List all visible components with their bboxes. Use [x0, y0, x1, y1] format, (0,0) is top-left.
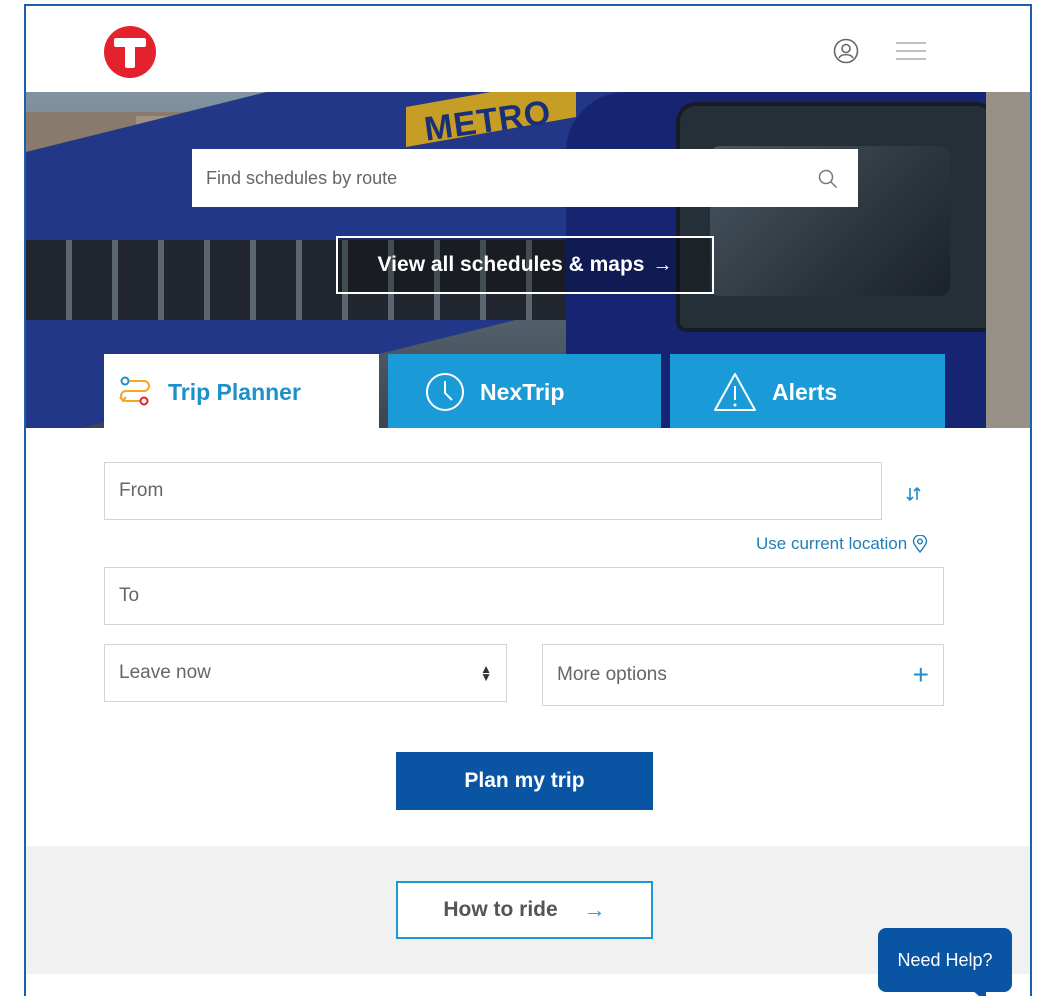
tab-trip-planner-label: Trip Planner: [168, 378, 301, 405]
route-icon: [119, 376, 150, 406]
more-options-label: More options: [557, 664, 667, 685]
warning-icon: [714, 373, 756, 411]
page-frame: METRO View all schedules & maps →: [24, 4, 1032, 996]
site-header: [26, 6, 1030, 92]
tab-alerts-label: Alerts: [772, 378, 838, 405]
arrow-right-icon: →: [652, 253, 673, 276]
view-all-schedules-button[interactable]: View all schedules & maps →: [336, 236, 714, 294]
hamburger-menu-icon[interactable]: [896, 42, 926, 62]
need-help-chat-button[interactable]: Need Help?: [878, 928, 1012, 996]
to-placeholder: To: [119, 585, 140, 606]
tab-trip-planner[interactable]: Trip Planner: [104, 354, 379, 428]
need-help-label: Need Help?: [897, 949, 993, 970]
to-field[interactable]: To: [104, 567, 944, 625]
use-current-location-label: Use current location: [756, 534, 908, 553]
route-search-box: [192, 149, 858, 207]
hero-banner: METRO View all schedules & maps →: [26, 92, 1030, 428]
leave-select-value: Leave now: [119, 662, 211, 683]
leave-time-select[interactable]: Leave now ▲ ▼: [104, 644, 507, 702]
plus-icon: +: [912, 659, 929, 690]
user-circle-icon[interactable]: [833, 38, 859, 64]
how-to-ride-button[interactable]: How to ride →: [396, 881, 653, 939]
tab-nextrip[interactable]: NexTrip: [388, 354, 661, 428]
search-icon[interactable]: [818, 169, 838, 189]
chat-bubble-tail: [972, 990, 986, 996]
metro-transit-logo-icon[interactable]: [104, 26, 156, 78]
how-to-ride-label: How to ride: [443, 898, 558, 921]
tab-alerts[interactable]: Alerts: [670, 354, 945, 428]
location-pin-icon: [912, 535, 928, 553]
plan-my-trip-button[interactable]: Plan my trip: [396, 752, 653, 810]
more-options-toggle[interactable]: More options +: [542, 644, 944, 706]
use-current-location-link[interactable]: Use current location: [756, 534, 928, 554]
route-search-input[interactable]: [206, 149, 796, 207]
logo-t-stem: [125, 38, 135, 68]
clock-icon: [426, 373, 464, 411]
swap-arrows-icon[interactable]: [904, 484, 924, 504]
from-field[interactable]: From: [104, 462, 882, 520]
select-arrows-icon: ▲ ▼: [480, 662, 492, 684]
tab-nextrip-label: NexTrip: [480, 378, 565, 405]
from-placeholder: From: [119, 480, 164, 501]
arrow-right-icon: →: [583, 897, 606, 922]
view-all-label: View all schedules & maps: [377, 253, 645, 276]
